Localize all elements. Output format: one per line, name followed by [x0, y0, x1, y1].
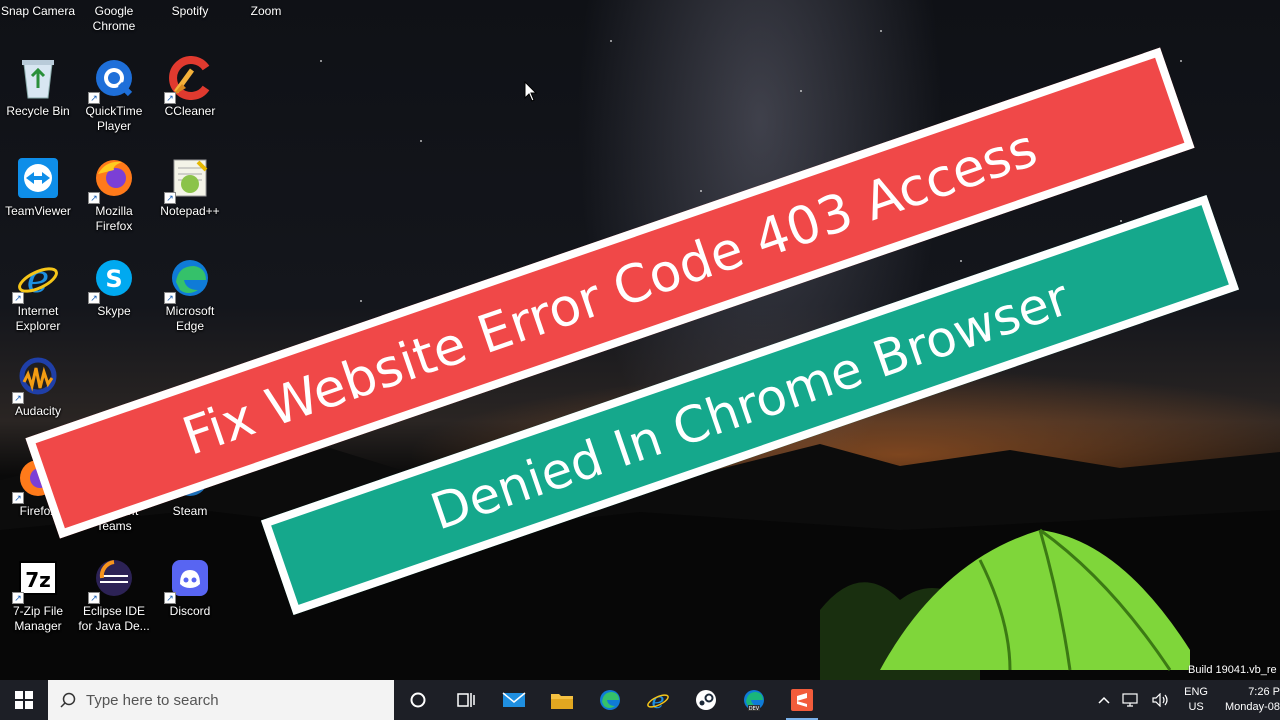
edge-icon: ↗	[164, 254, 214, 304]
clock[interactable]: 7:26 P Monday-08	[1216, 685, 1280, 715]
icon-label: QuickTime Player	[85, 104, 143, 133]
taskbar-internet-explorer[interactable]: e	[634, 680, 682, 720]
windows-build-watermark: Build 19041.vb_re	[1188, 664, 1277, 676]
desktop-icon-quicktime[interactable]: ↗ QuickTime Player	[76, 50, 152, 146]
desktop-label-snap-camera[interactable]: Snap Camera	[0, 4, 76, 19]
skype-icon: S ↗	[88, 254, 138, 304]
icon-label: Audacity	[14, 404, 62, 418]
clock-time: 7:26 P	[1248, 686, 1280, 698]
teamviewer-icon	[14, 154, 62, 202]
clock-date: Monday-08	[1224, 701, 1280, 713]
show-hidden-icons-button[interactable]	[1098, 696, 1110, 704]
desktop-icon-skype[interactable]: S ↗ Skype	[76, 250, 152, 346]
windows-logo-icon	[15, 691, 33, 709]
cortana-button[interactable]	[394, 680, 442, 720]
icon-label: Steam	[172, 504, 208, 518]
taskbar-mail[interactable]	[490, 680, 538, 720]
icon-label: Mozilla Firefox	[95, 204, 133, 233]
icon-label: Notepad++	[160, 204, 220, 218]
region-code: US	[1188, 701, 1204, 713]
icon-label: Skype	[97, 304, 131, 318]
edge-icon	[600, 690, 620, 710]
desktop-label-zoom[interactable]: Zoom	[228, 4, 304, 19]
desktop-icon-mozilla-firefox[interactable]: ↗ Mozilla Firefox	[76, 150, 152, 246]
icon-label: Microsoft Edge	[165, 304, 215, 333]
desktop-icon-7zip[interactable]: 7z ↗ 7-Zip File Manager	[0, 550, 76, 646]
audacity-icon: ↗	[12, 354, 62, 404]
taskbar-edge-dev[interactable]: DEV	[730, 680, 778, 720]
desktop-icon-internet-explorer[interactable]: e ↗ Internet Explorer	[0, 250, 76, 346]
eclipse-icon: ↗	[88, 554, 138, 604]
task-view-icon	[457, 693, 475, 707]
desktop-icon-recycle-bin[interactable]: Recycle Bin	[0, 50, 76, 146]
taskbar-search-box[interactable]: Type here to search	[48, 680, 394, 720]
desktop-icon-microsoft-edge[interactable]: ↗ Microsoft Edge	[152, 250, 228, 346]
icon-label: Recycle Bin	[6, 104, 70, 118]
svg-text:S: S	[105, 265, 122, 293]
internet-explorer-icon: e	[647, 689, 669, 712]
desktop-icon-discord[interactable]: ↗ Discord	[152, 550, 228, 646]
desktop-icon-ccleaner[interactable]: ↗ CCleaner	[152, 50, 228, 146]
tent-illustration	[880, 528, 1190, 671]
svg-text:e: e	[27, 257, 50, 300]
chevron-up-icon	[1098, 696, 1110, 704]
desktop-icon-eclipse[interactable]: ↗ Eclipse IDE for Java De...	[76, 550, 152, 646]
taskbar-steam[interactable]	[682, 680, 730, 720]
taskbar: Type here to search e DEV ENG US 7:26 P …	[0, 680, 1280, 720]
quicktime-icon: ↗	[88, 54, 138, 104]
icon-label: CCleaner	[164, 104, 216, 118]
desktop-label-spotify[interactable]: Spotify	[152, 4, 228, 19]
firefox-icon: ↗	[88, 154, 138, 204]
desktop-label-google-chrome[interactable]: Google Chrome	[76, 4, 152, 34]
taskbar-sublime[interactable]	[778, 680, 826, 720]
volume-button[interactable]	[1152, 693, 1170, 707]
svg-text:e: e	[651, 689, 664, 712]
start-button[interactable]	[0, 680, 48, 720]
svg-text:7z: 7z	[25, 568, 51, 592]
sublime-icon	[791, 689, 813, 711]
network-button[interactable]	[1122, 693, 1140, 707]
task-view-button[interactable]	[442, 680, 490, 720]
recycle-bin-icon	[14, 54, 62, 102]
seven-zip-icon: 7z ↗	[12, 554, 62, 604]
search-icon	[60, 692, 76, 708]
discord-icon: ↗	[164, 554, 214, 604]
volume-icon	[1152, 693, 1168, 707]
edge-dev-icon: DEV	[744, 690, 764, 712]
icon-label: 7-Zip File Manager	[12, 604, 63, 633]
ccleaner-icon: ↗	[164, 54, 214, 104]
desktop-icon-notepadpp[interactable]: ↗ Notepad++	[152, 150, 228, 246]
icon-label: Discord	[169, 604, 211, 618]
file-explorer-icon	[551, 694, 573, 709]
taskbar-edge[interactable]	[586, 680, 634, 720]
icon-label: Eclipse IDE for Java De...	[78, 604, 150, 633]
notepadpp-icon: ↗	[164, 154, 214, 204]
svg-text:DEV: DEV	[749, 706, 760, 712]
internet-explorer-icon: e ↗	[12, 254, 62, 304]
icon-label: TeamViewer	[5, 204, 71, 218]
taskbar-file-explorer[interactable]	[538, 680, 586, 720]
mouse-cursor-icon	[524, 81, 538, 102]
network-icon	[1122, 693, 1138, 707]
input-language-indicator[interactable]: ENG US	[1184, 685, 1208, 715]
icon-label: Internet Explorer	[15, 304, 61, 333]
lang-code: ENG	[1184, 686, 1208, 698]
steam-icon	[696, 690, 716, 710]
desktop-icon-teamviewer[interactable]: TeamViewer	[0, 150, 76, 246]
system-tray: ENG US 7:26 P Monday-08	[1092, 680, 1280, 720]
cortana-icon	[410, 692, 426, 708]
mail-icon	[502, 692, 526, 707]
search-placeholder: Type here to search	[86, 691, 219, 709]
